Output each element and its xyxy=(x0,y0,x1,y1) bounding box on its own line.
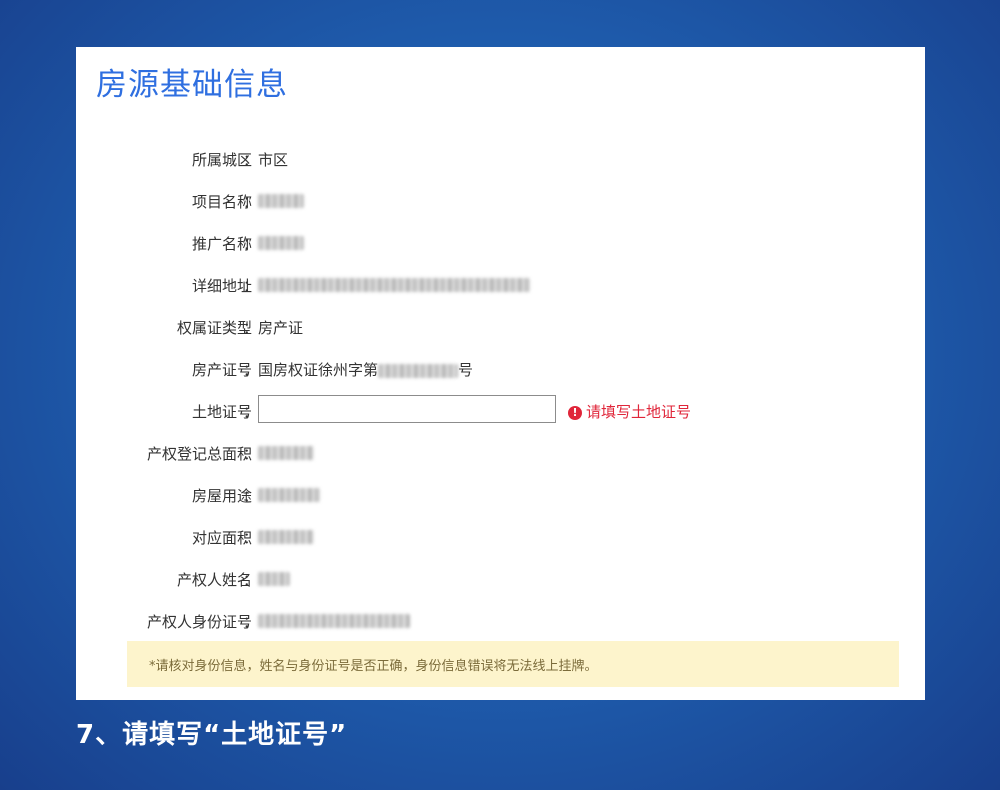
row-district: 所属城区 ： 市区 xyxy=(76,147,925,171)
cert-type-value: 房产证 xyxy=(258,319,304,337)
usage-colon: ： xyxy=(243,487,259,505)
redacted-value xyxy=(258,571,290,586)
land-cert-no-input[interactable] xyxy=(258,395,556,423)
owner-id-label: 产权人身份证号 xyxy=(146,613,252,631)
row-owner-id: 产权人身份证号 ： xyxy=(76,609,925,633)
row-promo-name: 推广名称 ： xyxy=(76,231,925,255)
redacted-value xyxy=(258,445,314,460)
row-house-cert-no: 房产证号 ： 国房权证徐州字第号 xyxy=(76,357,925,381)
owner-name-label: 产权人姓名 xyxy=(176,571,252,589)
address-colon: ： xyxy=(243,277,259,295)
redacted-value xyxy=(258,613,410,628)
row-cert-type: 权属证类型 ： 房产证 xyxy=(76,315,925,339)
row-usage: 房屋用途 ： xyxy=(76,483,925,507)
row-address: 详细地址 ： xyxy=(76,273,925,297)
land-cert-no-error: ! 请填写土地证号 xyxy=(568,401,691,422)
row-registered-area: 产权登记总面积 ： xyxy=(76,441,925,465)
redacted-value xyxy=(258,277,530,292)
owner-id-value xyxy=(258,611,410,629)
registered-area-value xyxy=(258,443,314,461)
page-title: 房源基础信息 xyxy=(96,67,288,103)
id-check-notice: *请核对身份信息，姓名与身份证号是否正确，身份信息错误将无法线上挂牌。 xyxy=(127,641,899,687)
house-cert-no-prefix: 国房权证徐州字第 xyxy=(258,361,379,379)
house-cert-no-colon: ： xyxy=(243,361,259,379)
redacted-value xyxy=(258,529,314,544)
area-colon: ： xyxy=(243,529,259,547)
house-cert-no-value: 国房权证徐州字第 号 xyxy=(258,359,473,380)
owner-name-value xyxy=(258,569,290,587)
promo-name-value xyxy=(258,233,304,251)
owner-id-colon: ： xyxy=(243,613,259,631)
house-cert-no-suffix: 号 xyxy=(458,361,474,379)
owner-name-colon: ： xyxy=(243,571,259,589)
land-cert-no-error-text: 请填写土地证号 xyxy=(586,403,692,421)
promo-name-colon: ： xyxy=(243,235,259,253)
project-name-value xyxy=(258,191,304,209)
redacted-value xyxy=(258,235,304,250)
row-land-cert-no: 土地证号 ： ! 请填写土地证号 xyxy=(76,395,925,423)
redacted-value xyxy=(258,193,304,208)
redacted-value xyxy=(258,487,320,502)
cert-type-colon: ： xyxy=(243,319,259,337)
district-value: 市区 xyxy=(258,151,289,169)
usage-value xyxy=(258,485,320,503)
registered-area-colon: ： xyxy=(243,445,259,463)
district-colon: ： xyxy=(243,151,259,169)
step-caption: 7、请填写“土地证号” xyxy=(76,720,348,750)
redacted-value xyxy=(378,363,459,378)
row-project-name: 项目名称 ： xyxy=(76,189,925,213)
exclamation-circle-icon: ! xyxy=(568,406,582,420)
cert-type-label: 权属证类型 xyxy=(176,319,252,337)
property-info-panel: 房源基础信息 所属城区 ： 市区 项目名称 ： 推广名称 ： 详细地址 ： 权属… xyxy=(76,47,925,700)
row-area: 对应面积 ： xyxy=(76,525,925,549)
area-value xyxy=(258,527,314,545)
address-value xyxy=(258,275,530,293)
land-cert-no-colon: ： xyxy=(243,403,259,421)
row-owner-name: 产权人姓名 ： xyxy=(76,567,925,591)
registered-area-label: 产权登记总面积 xyxy=(146,445,252,463)
project-name-colon: ： xyxy=(243,193,259,211)
